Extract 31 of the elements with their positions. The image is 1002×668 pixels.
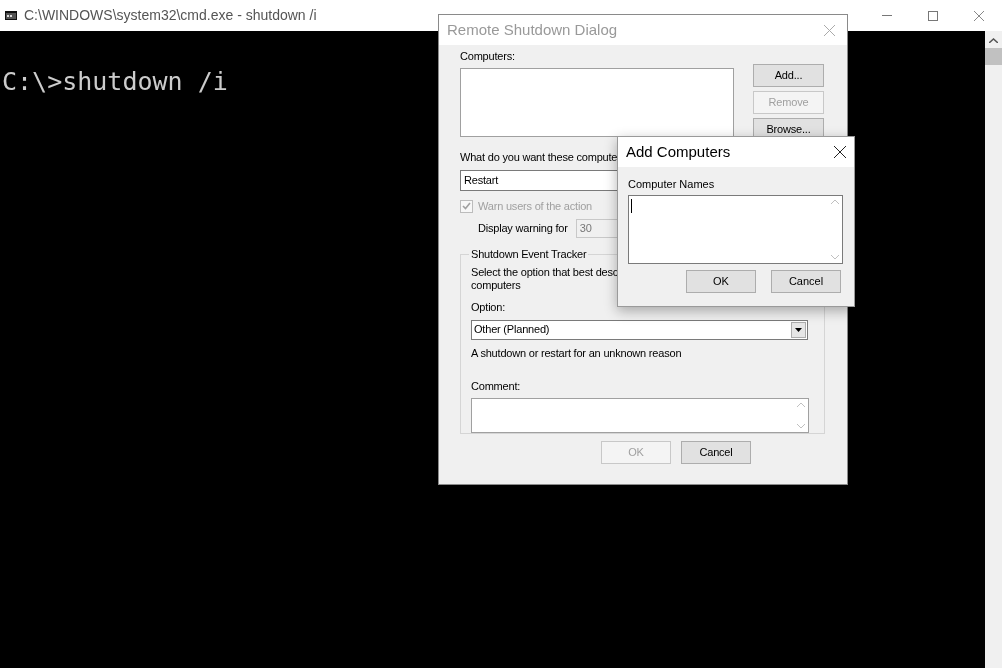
field-label: Option: [471, 300, 506, 316]
field-label: Computer Names [628, 177, 715, 192]
scroll-up-icon[interactable] [989, 38, 998, 43]
scrollbar[interactable] [985, 31, 1002, 668]
field-label: Comment: [471, 378, 521, 393]
maximize-icon[interactable] [928, 10, 938, 21]
computer-names-field[interactable] [628, 195, 843, 264]
scrollbar-thumb[interactable] [985, 48, 1002, 65]
scroll-down-icon[interactable] [831, 255, 839, 260]
checkbox-label: Warn users of the action [478, 198, 592, 214]
field-label: Display warning for [478, 221, 568, 237]
dialog-button[interactable]: OK [686, 270, 756, 293]
dialog-button[interactable]: Cancel [681, 441, 751, 464]
comment-box[interactable] [471, 397, 809, 433]
dialog-title: Remote Shutdown Dialog [447, 19, 618, 40]
dialog-title: Add Computers [626, 141, 731, 162]
option-dropdown[interactable]: Other (Planned) [471, 319, 808, 340]
reason-text: A shutdown or restart for an unknown reason [471, 345, 682, 360]
console-icon [5, 11, 17, 20]
dialog-button[interactable]: Cancel [771, 270, 841, 293]
dialog-button[interactable]: Add... [753, 64, 824, 87]
console-line: C:\>shutdown /i [2, 67, 228, 97]
computer-list[interactable] [460, 68, 734, 137]
scroll-down-icon[interactable] [797, 423, 805, 429]
dropdown-arrow-icon[interactable] [795, 327, 802, 332]
group-title: Shutdown Event Tracker [470, 247, 588, 262]
field-label: What do you want these compute [460, 150, 618, 165]
field-label: Computers: [460, 49, 515, 64]
window-title: C:\WINDOWS\system32\cmd.exe - shutdown /i [24, 6, 317, 25]
close-icon[interactable] [834, 146, 846, 158]
description-text: Select the option that best desc computers [471, 265, 619, 292]
